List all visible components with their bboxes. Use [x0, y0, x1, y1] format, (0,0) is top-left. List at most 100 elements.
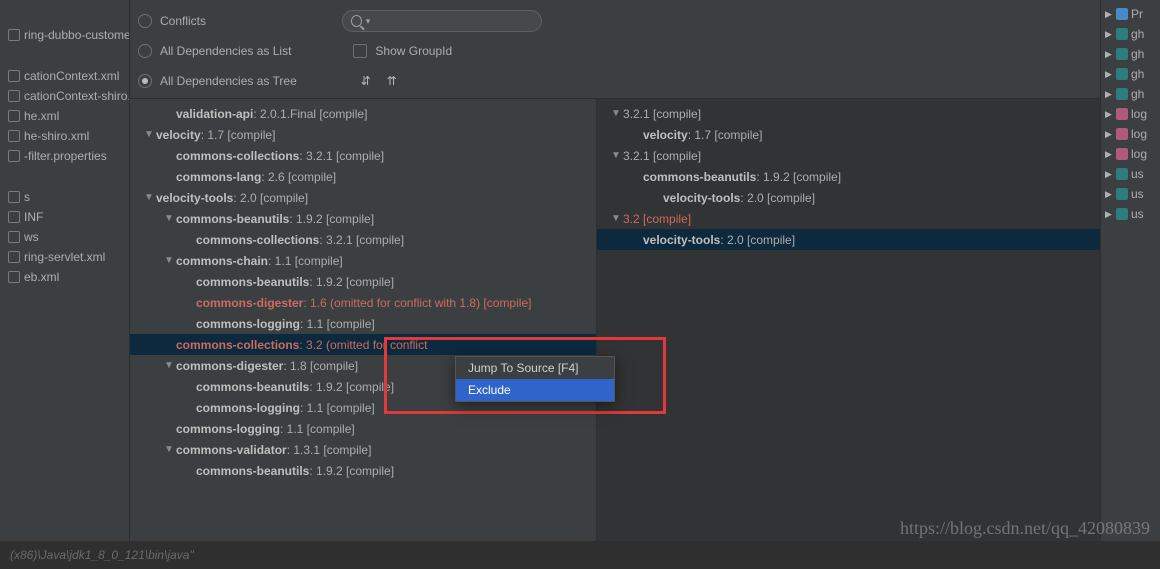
- maven-item[interactable]: ▶gh: [1101, 64, 1160, 84]
- maven-item[interactable]: ▶us: [1101, 204, 1160, 224]
- project-file-item[interactable]: ring-servlet.xml: [0, 247, 129, 267]
- tree-node[interactable]: commons-lang : 2.6 [compile]: [130, 166, 596, 187]
- maven-item[interactable]: ▶Pr: [1101, 4, 1160, 24]
- tree-node[interactable]: commons-beanutils : 1.9.2 [compile]: [130, 271, 596, 292]
- expand-arrow-icon[interactable]: ▶: [1105, 89, 1113, 100]
- project-files-panel[interactable]: ring-dubbo-customer cationContext.xmlcati…: [0, 0, 130, 569]
- expand-arrow-icon[interactable]: ▶: [1105, 189, 1113, 200]
- tree-node[interactable]: ▼velocity : 1.7 [compile]: [130, 124, 596, 145]
- tree-node[interactable]: commons-collections : 3.2.1 [compile]: [130, 145, 596, 166]
- project-file-item[interactable]: s: [0, 187, 129, 207]
- tree-node[interactable]: velocity-tools : 2.0 [compile]: [597, 229, 1100, 250]
- expand-arrow-icon[interactable]: ▼: [144, 129, 154, 140]
- expand-arrow-icon[interactable]: ▼: [164, 444, 174, 455]
- tree-node[interactable]: commons-collections : 3.2.1 [compile]: [130, 229, 596, 250]
- node-name: validation-api: [176, 107, 253, 121]
- file-label: ws: [24, 230, 39, 244]
- project-file-item[interactable]: ring-dubbo-customer: [0, 25, 129, 45]
- node-version: : 1.3.1 [compile]: [287, 443, 372, 457]
- chevron-down-icon: ▾: [366, 16, 371, 27]
- tree-node[interactable]: commons-beanutils : 1.9.2 [compile]: [597, 166, 1100, 187]
- expand-arrow-icon[interactable]: ▶: [1105, 209, 1113, 220]
- file-icon: [8, 231, 20, 243]
- expand-arrow-icon[interactable]: ▶: [1105, 149, 1113, 160]
- ctx-exclude[interactable]: Exclude: [456, 379, 614, 401]
- expand-arrow-icon[interactable]: ▼: [144, 192, 154, 203]
- maven-item[interactable]: ▶gh: [1101, 44, 1160, 64]
- analyzer-toolbar: Conflicts ▾ All Dependencies as List Sho…: [130, 0, 1100, 98]
- tree-node[interactable]: commons-logging : 1.1 [compile]: [130, 313, 596, 334]
- expand-arrow-icon[interactable]: ▶: [1105, 109, 1113, 120]
- expand-arrow-icon[interactable]: ▼: [164, 360, 174, 371]
- project-file-item[interactable]: cationContext-shiro.xm: [0, 86, 129, 106]
- project-file-item[interactable]: [0, 166, 129, 187]
- dependencies-tree-right[interactable]: ▼3.2.1 [compile]velocity : 1.7 [compile]…: [597, 99, 1100, 541]
- tree-node[interactable]: ▼commons-validator : 1.3.1 [compile]: [130, 439, 596, 460]
- maven-item[interactable]: ▶us: [1101, 184, 1160, 204]
- expand-arrow-icon[interactable]: ▶: [1105, 49, 1113, 60]
- tree-node[interactable]: velocity-tools : 2.0 [compile]: [597, 187, 1100, 208]
- search-box[interactable]: ▾: [342, 10, 542, 32]
- project-file-item[interactable]: [0, 45, 129, 66]
- tree-node[interactable]: commons-beanutils : 1.9.2 [compile]: [130, 460, 596, 481]
- maven-tool-window[interactable]: ▶Pr▶gh▶gh▶gh▶gh▶log▶log▶log▶us▶us▶us: [1100, 0, 1160, 569]
- file-label: he.xml: [24, 109, 59, 123]
- project-file-item[interactable]: -filter.properties: [0, 146, 129, 166]
- node-name: commons-collections: [196, 233, 319, 247]
- expand-arrow-icon[interactable]: ▼: [611, 213, 621, 224]
- expand-arrow-icon[interactable]: ▶: [1105, 9, 1113, 20]
- node-version: : 3.2.1 [compile]: [319, 233, 404, 247]
- tree-node[interactable]: validation-api: 2.0.1.Final [compile]: [130, 103, 596, 124]
- node-version: : 1.8 [compile]: [283, 359, 358, 373]
- ctx-jump-to-source[interactable]: Jump To Source [F4]: [456, 357, 614, 379]
- expand-arrow-icon[interactable]: ▶: [1105, 69, 1113, 80]
- expand-arrow-icon[interactable]: ▶: [1105, 169, 1113, 180]
- project-file-item[interactable]: eb.xml: [0, 267, 129, 287]
- maven-item[interactable]: ▶gh: [1101, 84, 1160, 104]
- maven-item[interactable]: ▶log: [1101, 144, 1160, 164]
- tree-node[interactable]: commons-collections : 3.2 (omitted for c…: [130, 334, 596, 355]
- expand-arrow-icon[interactable]: ▼: [164, 255, 174, 266]
- expand-arrow-icon[interactable]: ▼: [611, 150, 621, 161]
- project-file-item[interactable]: cationContext.xml: [0, 66, 129, 86]
- expand-arrow-icon[interactable]: ▼: [611, 108, 621, 119]
- node-version: : 3.2 (omitted for conflict: [299, 338, 427, 352]
- maven-item[interactable]: ▶log: [1101, 104, 1160, 124]
- all-deps-list-radio[interactable]: [138, 44, 152, 58]
- maven-item[interactable]: ▶gh: [1101, 24, 1160, 44]
- tree-node[interactable]: velocity : 1.7 [compile]: [597, 124, 1100, 145]
- collapse-all-icon[interactable]: ⇈: [383, 72, 401, 90]
- tree-node[interactable]: commons-logging : 1.1 [compile]: [130, 418, 596, 439]
- tree-node[interactable]: ▼commons-chain : 1.1 [compile]: [130, 250, 596, 271]
- conflicts-radio[interactable]: [138, 14, 152, 28]
- project-file-item[interactable]: ws: [0, 227, 129, 247]
- dependencies-tree-left[interactable]: validation-api: 2.0.1.Final [compile]▼ve…: [130, 99, 597, 541]
- node-version: : 2.0 [compile]: [720, 233, 795, 247]
- tree-node[interactable]: ▼3.2 [compile]: [597, 208, 1100, 229]
- search-input[interactable]: [374, 14, 533, 28]
- node-version: : 1.9.2 [compile]: [309, 275, 394, 289]
- file-label: ring-servlet.xml: [24, 250, 105, 264]
- tree-node[interactable]: ▼velocity-tools : 2.0 [compile]: [130, 187, 596, 208]
- expand-arrow-icon[interactable]: ▼: [164, 213, 174, 224]
- expand-arrow-icon[interactable]: ▶: [1105, 129, 1113, 140]
- all-deps-tree-radio[interactable]: [138, 74, 152, 88]
- expand-arrow-icon[interactable]: ▶: [1105, 29, 1113, 40]
- node-version: : 2.6 [compile]: [261, 170, 336, 184]
- node-text: 3.2.1 [compile]: [623, 149, 701, 163]
- tree-node[interactable]: commons-digester : 1.6 (omitted for conf…: [130, 292, 596, 313]
- module-label: us: [1131, 167, 1144, 181]
- maven-item[interactable]: ▶log: [1101, 124, 1160, 144]
- project-file-item[interactable]: [0, 4, 129, 25]
- module-icon: [1116, 188, 1128, 200]
- show-groupid-checkbox[interactable]: [353, 44, 367, 58]
- file-icon: [8, 130, 20, 142]
- project-file-item[interactable]: INF: [0, 207, 129, 227]
- tree-node[interactable]: ▼3.2.1 [compile]: [597, 145, 1100, 166]
- tree-node[interactable]: ▼commons-beanutils : 1.9.2 [compile]: [130, 208, 596, 229]
- expand-all-icon[interactable]: ⇵: [357, 72, 375, 90]
- maven-item[interactable]: ▶ us: [1101, 164, 1160, 184]
- tree-node[interactable]: ▼3.2.1 [compile]: [597, 103, 1100, 124]
- project-file-item[interactable]: he-shiro.xml: [0, 126, 129, 146]
- project-file-item[interactable]: he.xml: [0, 106, 129, 126]
